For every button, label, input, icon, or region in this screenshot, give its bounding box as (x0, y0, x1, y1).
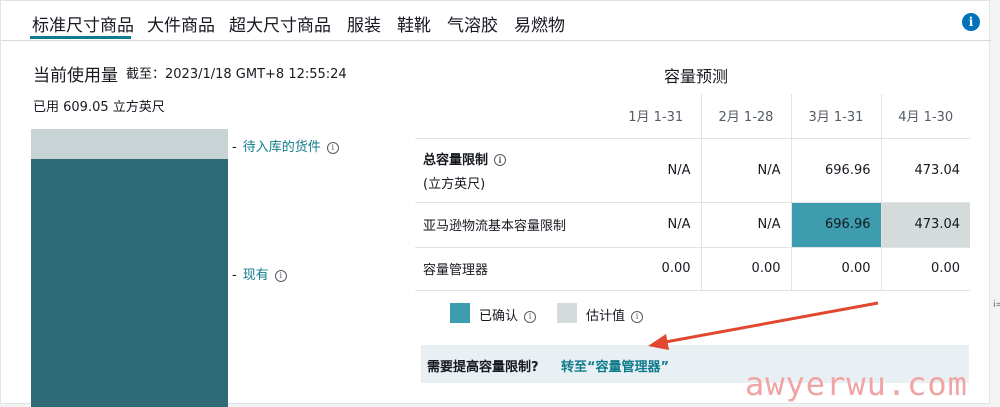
table-cell: 0.00 (700, 247, 791, 291)
legend-confirmed: 已确认 i (479, 305, 537, 324)
column-header: 2月 1-28 (700, 94, 791, 139)
column-header: 3月 1-31 (790, 94, 881, 139)
table-cell: 473.04 (880, 138, 970, 203)
legend-estimated: 估计值 i (586, 305, 644, 324)
pending-label-text[interactable]: 待入库的货件 (243, 140, 321, 155)
existing-label-text[interactable]: 现有 (243, 268, 269, 283)
info-icon[interactable]: i (962, 13, 980, 31)
row-label-capacity-manager: 容量管理器 (415, 247, 611, 291)
tab-extra-large[interactable]: 超大尺寸商品 (229, 11, 331, 36)
row-label-text: 总容量限制 (423, 152, 489, 168)
legend-estimated-label: 估计值 (586, 309, 626, 324)
table-row: 亚马逊物流基本容量限制 N/A N/A 696.96 473.04 (415, 202, 970, 248)
legend-confirmed-swatch (450, 303, 470, 323)
column-header: 1月 1-31 (611, 94, 701, 139)
legend-estimated-swatch (557, 303, 577, 323)
column-header: 4月 1-30 (880, 94, 970, 139)
table-cell: N/A (700, 202, 791, 248)
table-cell: 0.00 (611, 247, 701, 291)
table-cell: 0.00 (880, 247, 970, 291)
table-cell-estimated: 473.04 (880, 202, 970, 248)
pending-shipments-bar (31, 129, 228, 159)
legend-confirmed-label: 已确认 (479, 309, 519, 324)
table-cell: N/A (700, 138, 791, 203)
table-header-blank (415, 94, 611, 139)
info-icon[interactable]: i (631, 310, 644, 323)
watermark: awyerwu.com (745, 365, 968, 403)
tab-apparel[interactable]: 服装 (347, 11, 381, 36)
table-cell: N/A (611, 138, 701, 203)
usage-timestamp: 截至：2023/1/18 GMT+8 12:55:24 (126, 67, 347, 82)
edge-fragment: i= (993, 300, 1000, 310)
table-cell: 696.96 (790, 138, 881, 203)
table-row: 容量管理器 0.00 0.00 0.00 0.00 (415, 247, 970, 291)
info-icon[interactable]: i (274, 269, 287, 282)
row-label-total-limit: 总容量限制 i (立方英尺) (415, 138, 611, 203)
tab-flammable[interactable]: 易燃物 (514, 11, 565, 36)
table-row: 总容量限制 i (立方英尺) N/A N/A 696.96 473.04 (415, 138, 970, 203)
tab-oversize[interactable]: 大件商品 (147, 11, 215, 36)
existing-label: - 现有 i (232, 264, 287, 283)
category-tabs: 标准尺寸商品 大件商品 超大尺寸商品 服装 鞋靴 气溶胶 易燃物 i (1, 1, 991, 41)
table-cell: 0.00 (790, 247, 881, 291)
info-icon[interactable]: i (524, 310, 537, 323)
info-icon[interactable]: i (494, 154, 507, 166)
capacity-manager-link[interactable]: 转至“容量管理器” (561, 356, 669, 375)
info-icon[interactable]: i (326, 141, 339, 154)
row-sublabel: (立方英尺) (423, 176, 486, 192)
table-cell-confirmed: 696.96 (790, 202, 881, 248)
tab-standard-size[interactable]: 标准尺寸商品 (32, 11, 134, 36)
active-tab-indicator (30, 36, 131, 39)
pending-shipments-label: - 待入库的货件 i (232, 136, 339, 155)
tab-footwear[interactable]: 鞋靴 (397, 11, 431, 36)
capacity-panel: 标准尺寸商品 大件商品 超大尺寸商品 服装 鞋靴 气溶胶 易燃物 i 当前使用量… (0, 0, 991, 407)
increase-limit-question: 需要提高容量限制? (427, 360, 539, 375)
used-volume: 已用 609.05 立方英尺 (33, 100, 165, 115)
current-usage-title: 当前使用量 (33, 66, 118, 86)
forecast-table: 1月 1-31 2月 1-28 3月 1-31 4月 1-30 总容量限制 i (… (415, 94, 970, 291)
row-label-fba-limit: 亚马逊物流基本容量限制 (415, 202, 611, 248)
tab-aerosol[interactable]: 气溶胶 (447, 11, 498, 36)
forecast-title: 容量预测 (664, 67, 729, 86)
existing-inventory-bar (31, 159, 228, 407)
table-cell: N/A (611, 202, 701, 248)
